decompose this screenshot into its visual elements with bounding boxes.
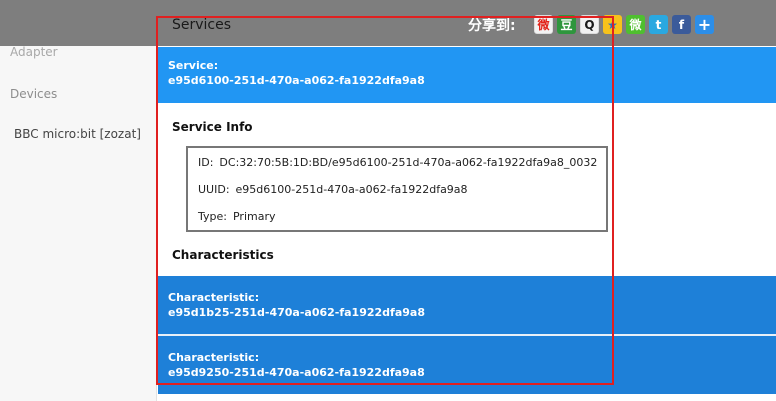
page-title: Services	[172, 17, 232, 33]
characteristic-label: Characteristic:	[168, 291, 260, 304]
service-type-row: Type: Primary	[198, 210, 276, 223]
characteristics-heading: Characteristics	[172, 248, 274, 262]
wechat-icon[interactable]: 微	[626, 15, 645, 34]
weibo-icon[interactable]: 微	[534, 15, 553, 34]
sidebar-item-devices[interactable]: Devices	[10, 87, 57, 101]
service-uuid-value: e95d6100-251d-470a-a062-fa1922dfa9a8	[235, 183, 468, 196]
share-toolbar: 微 豆 Q ★ 微 t f +	[534, 15, 714, 35]
share-label: 分享到:	[468, 18, 516, 34]
sidebar-item-device[interactable]: BBC micro:bit [zozat]	[14, 127, 141, 141]
service-label: Service:	[168, 59, 219, 72]
sidebar: Adapter Devices BBC micro:bit [zozat]	[0, 0, 157, 401]
characteristic-uuid: e95d1b25-251d-470a-a062-fa1922dfa9a8	[168, 306, 425, 319]
service-uuid-row: UUID: e95d6100-251d-470a-a062-fa1922dfa9a…	[198, 183, 468, 196]
qzone-icon[interactable]: ★	[603, 15, 622, 34]
service-id-value: DC:32:70:5B:1D:BD/e95d6100-251d-470a-a06…	[219, 156, 598, 169]
service-type-key: Type:	[198, 210, 227, 223]
douban-icon[interactable]: 豆	[557, 15, 576, 34]
characteristic-item[interactable]: Characteristic: e95d9250-251d-470a-a062-…	[158, 336, 776, 394]
service-header[interactable]: Service: e95d6100-251d-470a-a062-fa1922d…	[158, 47, 776, 103]
service-id-row: ID: DC:32:70:5B:1D:BD/e95d6100-251d-470a-…	[198, 156, 597, 169]
service-uuid-key: UUID:	[198, 183, 230, 196]
more-icon[interactable]: +	[695, 15, 714, 34]
service-info-box: ID: DC:32:70:5B:1D:BD/e95d6100-251d-470a-…	[186, 146, 608, 232]
characteristic-label: Characteristic:	[168, 351, 260, 364]
service-uuid: e95d6100-251d-470a-a062-fa1922dfa9a8	[168, 74, 425, 87]
qq-icon[interactable]: Q	[580, 15, 599, 34]
sidebar-item-adapter[interactable]: Adapter	[10, 45, 58, 59]
service-id-key: ID:	[198, 156, 214, 169]
service-type-value: Primary	[232, 210, 276, 223]
service-info-heading: Service Info	[172, 120, 253, 134]
header-bar: Services 分享到: 微 豆 Q ★ 微 t f +	[0, 0, 776, 46]
facebook-icon[interactable]: f	[672, 15, 691, 34]
twitter-icon[interactable]: t	[649, 15, 668, 34]
characteristic-uuid: e95d9250-251d-470a-a062-fa1922dfa9a8	[168, 366, 425, 379]
characteristic-item[interactable]: Characteristic: e95d1b25-251d-470a-a062-…	[158, 276, 776, 334]
